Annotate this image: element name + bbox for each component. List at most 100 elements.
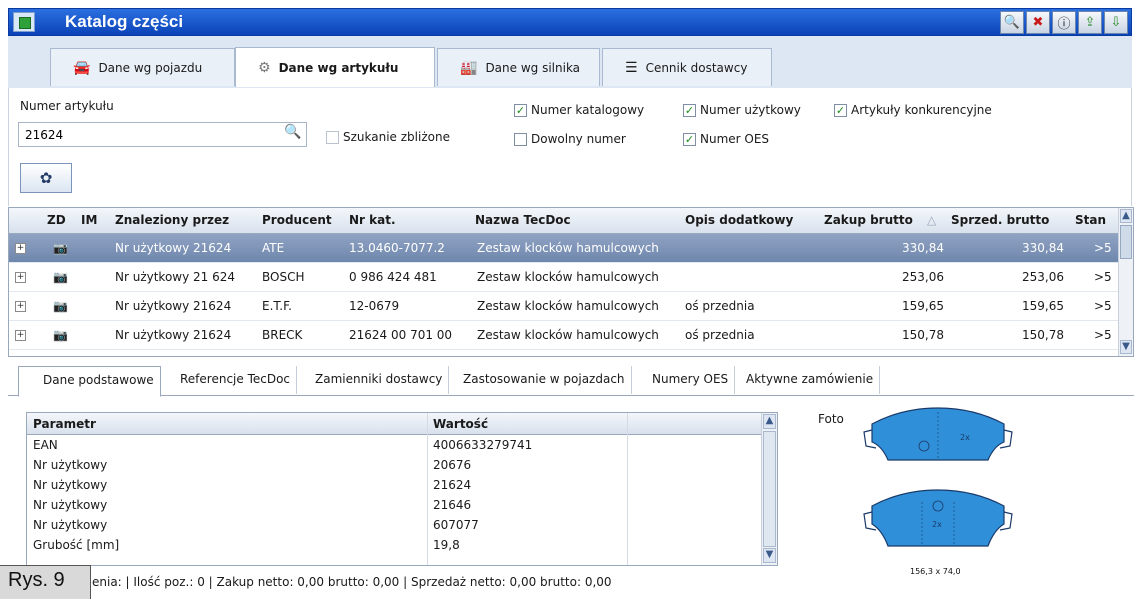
tab-active-order[interactable]: Aktywne zamówienie [740,366,881,394]
param-value: 20676 [433,458,472,472]
tab-engine[interactable]: 🏭 Dane wg silnika [437,48,600,86]
cell-cat-no: 13.0460-7077.2 [349,241,445,255]
cell-stock: >5 [1094,241,1112,255]
param-row: Nr użytkowy 21646 [27,496,762,515]
any-number-checkbox[interactable]: Dowolny numer [514,132,626,146]
scroll-down-icon[interactable]: ▼ [763,548,776,563]
approx-search-checkbox[interactable]: Szukanie zbliżone [326,130,450,144]
checkmark-icon: ✓ [683,132,696,146]
checkbox-label: Numer użytkowy [700,103,801,117]
competitor-articles-checkbox[interactable]: ✓ Artykuły konkurencyjne [834,103,992,117]
parameters-scrollbar[interactable]: ▲ ▼ [761,413,777,565]
title-bar: Katalog części 🔍 ✖ ⓘ ⇪ ⇩ [8,8,1132,36]
scroll-up-icon[interactable]: ▲ [1120,209,1132,223]
cell-buy: 253,06 [902,270,944,284]
column-header: Parametr [33,417,96,431]
cell-desc: oś przednia [685,328,755,342]
cell-producer: E.T.F. [262,299,292,313]
expand-icon[interactable]: + [15,330,26,341]
cell-buy: 159,65 [902,299,944,313]
param-name: EAN [33,438,58,452]
column-header[interactable]: Sprzed. brutto [951,213,1049,227]
param-value: 19,8 [433,538,460,552]
sort-asc-icon: △ [927,213,937,227]
import-icon[interactable]: ⇩ [1104,11,1128,34]
param-value: 21624 [433,478,472,492]
cell-cat-no: 0 986 424 481 [349,270,437,284]
cell-stock: >5 [1094,270,1112,284]
column-header[interactable]: ZD [47,213,66,227]
cell-name: Zestaw klocków hamulcowych [477,299,659,313]
article-number-label: Numer artykułu [20,99,114,113]
grid-scrollbar[interactable]: ▲ ▼ [1118,208,1133,356]
param-name: Nr użytkowy [33,478,108,492]
parameters-header: Parametr Wartość [27,413,762,435]
expand-icon[interactable]: + [15,272,26,283]
cell-producer: ATE [262,241,285,255]
usage-number-checkbox[interactable]: ✓ Numer użytkowy [683,103,801,117]
cell-stock: >5 [1094,328,1112,342]
scroll-thumb[interactable] [1120,225,1132,259]
article-number-input[interactable] [18,122,307,147]
tab-tecdoc-references[interactable]: Referencje TecDoc [174,366,298,394]
checkmark-icon: ✓ [834,103,847,117]
window-title: Katalog części [65,12,184,31]
tab-vehicle[interactable]: 🚘 Dane wg pojazdu [50,48,235,86]
table-row[interactable]: + 📷 Nr użytkowy 21624 ATE 13.0460-7077.2… [9,234,1119,263]
tab-oes-numbers[interactable]: Numery OES [646,366,736,394]
tab-basic-data[interactable]: Dane podstawowe [18,366,161,397]
tab-vehicle-usage[interactable]: Zastosowanie w pojazdach [457,366,632,394]
table-row[interactable]: + 📷 Nr użytkowy 21 624 BOSCH 0 986 424 4… [9,263,1119,292]
tab-label: Dane wg artykułu [278,60,399,75]
column-header[interactable]: Nazwa TecDoc [475,213,571,227]
oes-number-checkbox[interactable]: ✓ Numer OES [683,132,769,146]
table-row[interactable]: + 📷 Nr użytkowy 21624 BRECK 21624 00 701… [9,321,1119,350]
param-name: Grubość [mm] [33,538,120,552]
settings-button[interactable]: ✿ [20,163,72,193]
table-row[interactable]: + 📷 Nr użytkowy 21624 E.T.F. 12-0679 Zes… [9,292,1119,321]
param-row: EAN 4006633279741 [27,436,762,455]
param-value: 4006633279741 [433,438,533,452]
checkbox-label: Numer OES [700,132,770,146]
scroll-up-icon[interactable]: ▲ [763,414,776,429]
cell-producer: BRECK [262,328,303,342]
search-icon[interactable]: 🔍 [1000,11,1024,34]
brake-pad-image: 2x 2x 156,3 x 74,0 [863,407,1013,576]
catalog-number-checkbox[interactable]: ✓ Numer katalogowy [514,103,644,117]
pad-label: 2x [960,433,970,442]
cell-producer: BOSCH [262,270,305,284]
tab-supplier-pricelist[interactable]: ☰ Cennik dostawcy [602,48,772,86]
checkbox-box [514,132,527,146]
camera-icon: 📷 [53,328,68,342]
cell-sell: 253,06 [1022,270,1064,284]
search-icon[interactable]: 🔍 [284,124,301,140]
tab-supplier-substitutes[interactable]: Zamienniki dostawcy [309,366,450,394]
info-icon[interactable]: ⓘ [1052,11,1076,34]
column-header[interactable]: Producent [262,213,332,227]
checkbox-box [326,130,339,144]
status-bar: enia: | Ilość poz.: 0 | Zakup netto: 0,0… [92,575,612,589]
gear-icon: ✿ [39,169,53,187]
cell-buy: 330,84 [902,241,944,255]
param-row: Grubość [mm] 19,8 [27,536,762,555]
export-icon[interactable]: ⇪ [1078,11,1102,34]
tab-article[interactable]: ⚙ Dane wg artykułu [235,47,435,87]
column-header[interactable]: IM [81,213,97,227]
column-header[interactable]: Nr kat. [349,213,396,227]
cell-name: Zestaw klocków hamulcowych [477,270,659,284]
scroll-down-icon[interactable]: ▼ [1120,340,1132,354]
tab-label: Cennik dostawcy [645,60,748,75]
camera-icon: 📷 [53,241,68,255]
expand-icon[interactable]: + [15,301,26,312]
detail-tabs: Dane podstawowe Referencje TecDoc Zamien… [8,360,1134,397]
gear-icon: ⚙ [258,59,271,76]
column-header[interactable]: Znaleziony przez [115,213,229,227]
delete-icon[interactable]: ✖ [1026,11,1050,34]
param-row: Nr użytkowy 20676 [27,456,762,475]
expand-icon[interactable]: + [15,243,26,254]
column-header[interactable]: Zakup brutto [824,213,913,227]
column-header[interactable]: Opis dodatkowy [685,213,793,227]
scroll-thumb[interactable] [763,431,776,547]
checkmark-icon: ✓ [514,103,527,117]
column-header[interactable]: Stan [1075,213,1106,227]
